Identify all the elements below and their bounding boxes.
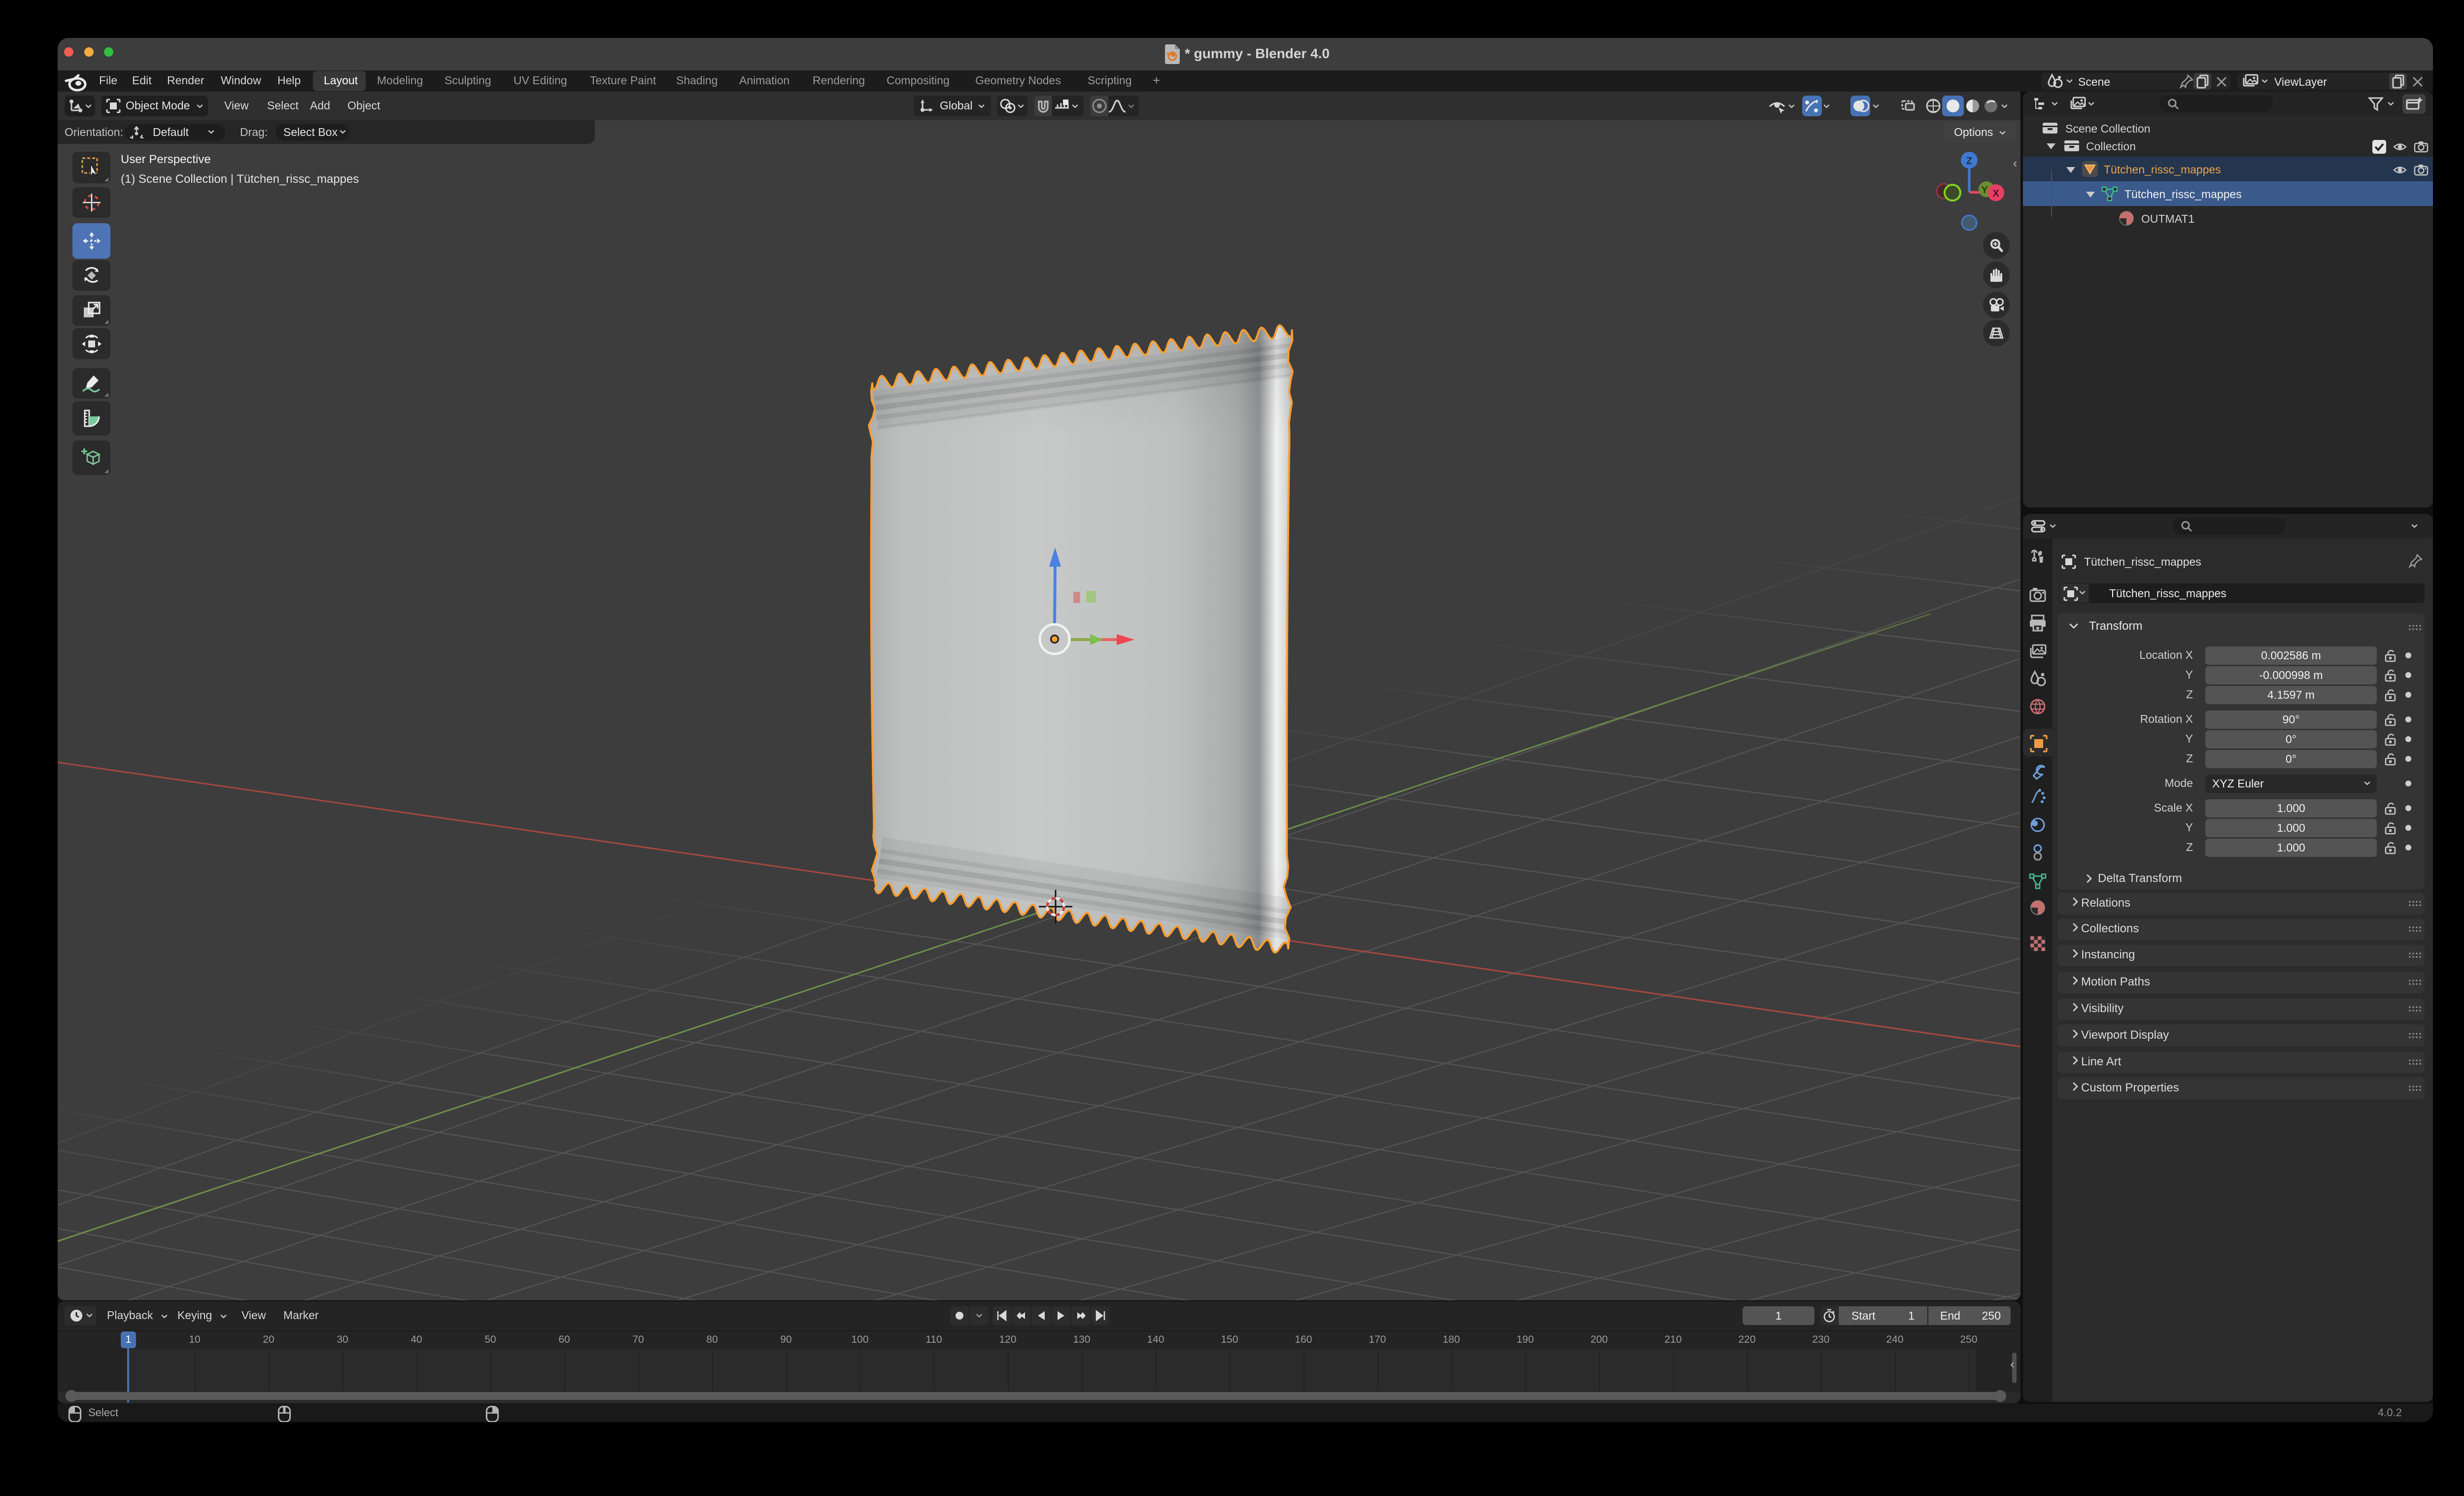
svg-text:Y: Y bbox=[1981, 185, 1988, 196]
svg-text:‹: ‹ bbox=[2013, 156, 2018, 170]
svg-text:Z: Z bbox=[1966, 156, 1972, 167]
svg-text:X: X bbox=[1992, 188, 1999, 199]
